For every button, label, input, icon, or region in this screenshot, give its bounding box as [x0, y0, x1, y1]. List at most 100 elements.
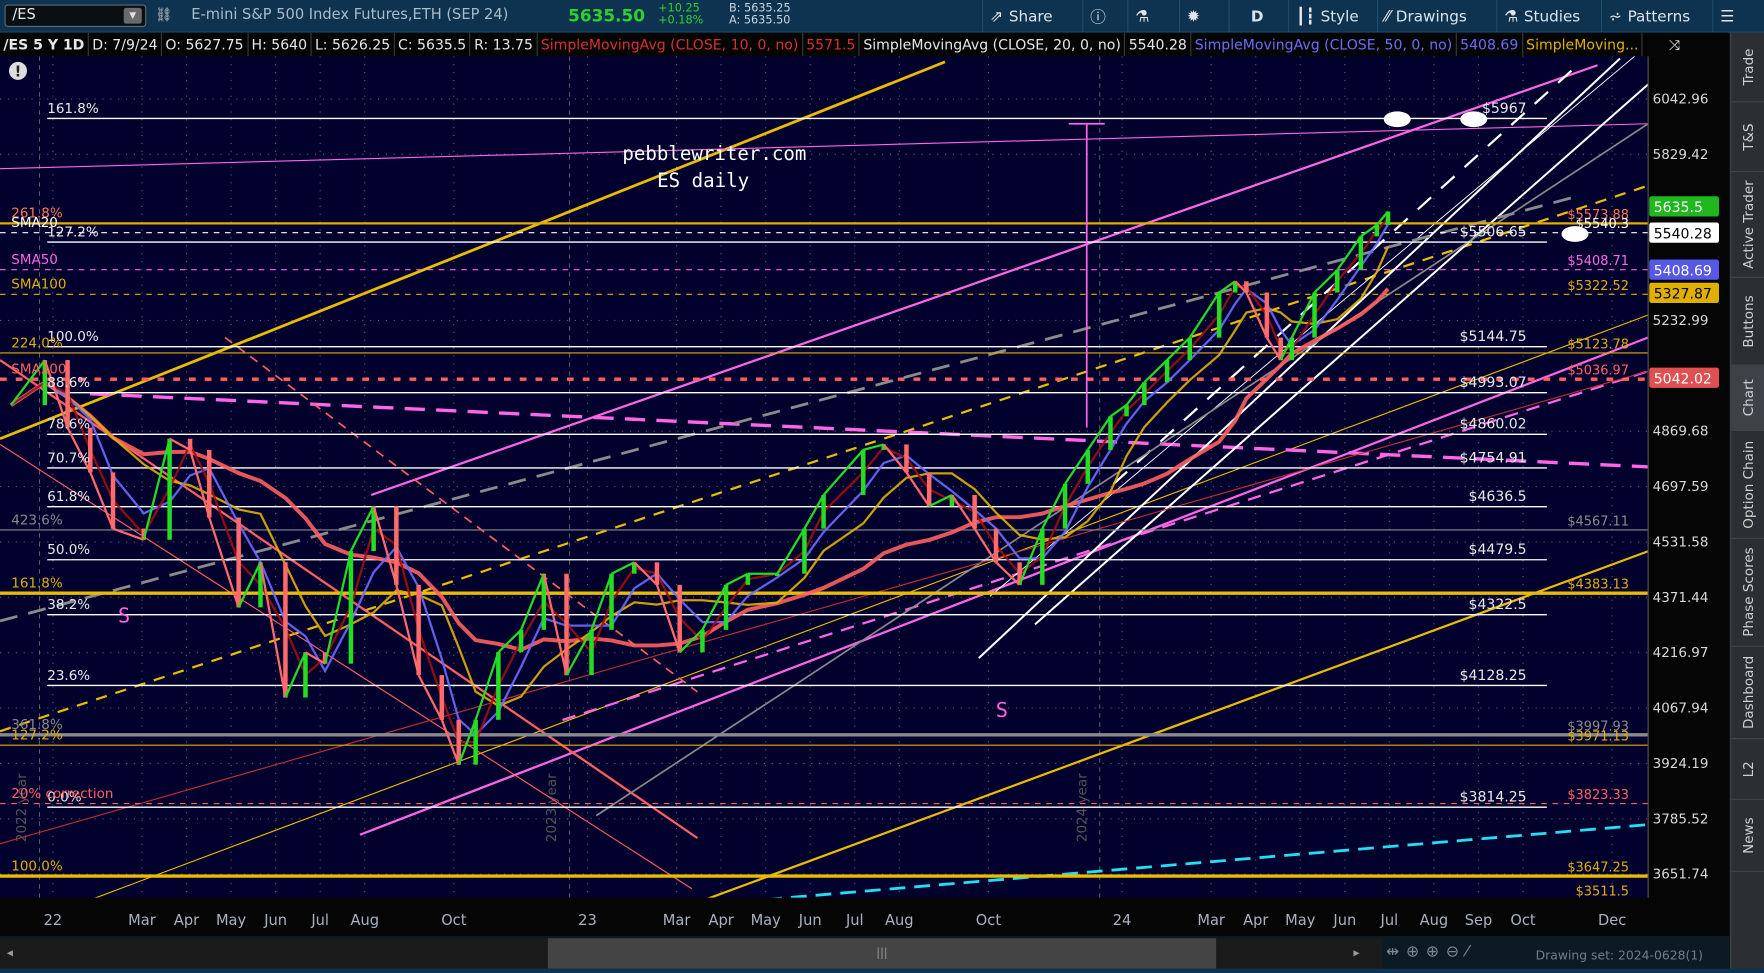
study-sma-more-label[interactable]: SimpleMoving...	[1523, 32, 1643, 57]
share-button[interactable]: ⇗ Share	[982, 0, 1059, 33]
time-axis-tick: 23	[578, 912, 597, 929]
candle-body	[1187, 337, 1193, 361]
sidebar-tab-active-trader[interactable]: Active Trader	[1731, 172, 1764, 278]
level-right-label: $5408.71	[1567, 254, 1629, 269]
link-icon[interactable]: ⛓	[155, 7, 172, 23]
bid-ask: B: 5635.25 A: 5635.50	[729, 2, 791, 27]
candle-body	[972, 494, 977, 529]
settings-button[interactable]: ✹	[1179, 0, 1207, 33]
candle-body	[564, 573, 569, 676]
aggregation-label: D	[1250, 7, 1264, 26]
fib-level-label: 38.2%	[47, 597, 90, 613]
aggregation-button[interactable]: D	[1228, 0, 1285, 33]
candle-body	[473, 719, 478, 765]
flask-button[interactable]: ⚗	[1127, 0, 1156, 33]
style-button[interactable]: ┃┇ Style	[1288, 0, 1365, 33]
price-axis-tick: 5829.42	[1653, 147, 1709, 163]
level-left-label: 20% correction	[11, 786, 113, 802]
fib-level-price: $5144.75	[1460, 329, 1527, 345]
share-label: Share	[1008, 7, 1053, 26]
flask-icon: ⚗	[1135, 7, 1150, 26]
study-sma50-label[interactable]: SimpleMovingAvg (CLOSE, 50, 0, no)	[1191, 32, 1457, 57]
price-axis-tick: 4531.58	[1653, 534, 1709, 550]
sidebar-tab-option-chain[interactable]: Option Chain	[1731, 430, 1764, 539]
patterns-button[interactable]: ⩫ Patterns	[1600, 0, 1697, 33]
zoom-in-icon[interactable]: ⊕	[1426, 943, 1439, 961]
bar-close: C: 5635.5	[395, 32, 471, 57]
pan-icon[interactable]: ⇹	[1386, 943, 1399, 961]
chart-title: pebblewriter.com	[622, 142, 806, 165]
drawing-tool-icon[interactable]: ⁄	[1466, 943, 1469, 961]
symbol-period: /ES 5 Y 1D	[0, 32, 89, 57]
bar-date: D: 7/9/24	[89, 32, 163, 57]
pattern-annotation: S	[118, 604, 130, 628]
candle-body	[1062, 483, 1068, 529]
candle-body	[206, 449, 212, 518]
drawings-button[interactable]: ⁄⁄ Drawings	[1377, 0, 1474, 33]
sidebar-tab-news[interactable]: News	[1731, 799, 1764, 872]
price-marker-label: 5042.02	[1654, 371, 1712, 387]
alert-icon-glyph: !	[15, 64, 22, 81]
time-axis-tick: Oct	[976, 912, 1002, 929]
candle-body	[348, 551, 354, 664]
drawing-set-label[interactable]: Drawing set: 2024-0628(1)	[1536, 948, 1703, 963]
candle-body	[654, 562, 660, 585]
price-chart[interactable]: 2022 year 2023 year 2024 year 161.8% $5967 12…	[0, 56, 1730, 936]
fib-level-price: $3814.25	[1460, 790, 1527, 806]
sidebar-tab-trade[interactable]: Trade	[1731, 32, 1764, 103]
time-axis-tick: Mar	[663, 912, 691, 929]
level-left-label: 127.2%	[11, 728, 63, 744]
fib-level-label: 61.8%	[47, 489, 90, 505]
collapse-studies-icon[interactable]: ⤨	[1665, 33, 1683, 57]
sidebar-tab-chart[interactable]: Chart	[1731, 365, 1764, 431]
candle-body	[609, 573, 614, 630]
time-axis-tick: Jul	[310, 912, 329, 929]
horizontal-scrollbar[interactable]: ◂ ||| ▸	[0, 938, 1383, 969]
menu-button[interactable]: ☰	[1712, 0, 1741, 33]
time-axis-tick: Apr	[1243, 912, 1268, 929]
drawings-icon: ⁄⁄	[1384, 7, 1391, 26]
info-button[interactable]: ⓘ	[1082, 0, 1112, 33]
time-axis-tick: Dec	[1598, 912, 1626, 929]
symbol-selector[interactable]: /ES ▼	[4, 4, 147, 27]
level-left-label: 224.0%	[11, 335, 63, 351]
change-net: +10.25	[658, 2, 700, 15]
sidebar-tab-phase-scores[interactable]: Phase Scores	[1731, 538, 1764, 647]
scrollbar-thumb[interactable]: |||	[547, 938, 1217, 969]
candle-body	[745, 573, 751, 585]
price-axis-tick: 3785.52	[1653, 811, 1709, 827]
studies-button[interactable]: ⚗ Studies	[1496, 0, 1587, 33]
time-axis-tick: Mar	[1197, 912, 1225, 929]
time-axis-tick: Jun	[263, 912, 287, 929]
study-sma10-label[interactable]: SimpleMovingAvg (CLOSE, 10, 0, no)	[537, 32, 803, 57]
sidebar-tab-t-s[interactable]: T&S	[1731, 102, 1764, 173]
patterns-icon: ⩫	[1608, 7, 1622, 26]
chevron-down-icon[interactable]: ▼	[123, 7, 142, 24]
crosshair-icon[interactable]: ⊕	[1406, 943, 1419, 961]
level-right-label: $5036.97	[1567, 364, 1629, 379]
level-right-label: $5123.78	[1567, 337, 1629, 352]
candle-body	[236, 517, 241, 608]
zoom-out-icon[interactable]: ⊖	[1446, 943, 1459, 961]
candle-body	[1358, 236, 1364, 271]
fib-level-price: $4322.5	[1469, 597, 1527, 613]
level-left-label: SMA200	[11, 362, 66, 378]
level-left-label: 161.8%	[11, 576, 63, 592]
candle-body	[110, 472, 116, 529]
sidebar-tab-l2[interactable]: L2	[1731, 739, 1764, 800]
level-left-label: SMA50	[11, 252, 58, 268]
fib-level-label: 50.0%	[47, 542, 90, 558]
level-right-label: $3823.33	[1567, 788, 1629, 803]
candle-body	[802, 528, 807, 574]
chart-canvas[interactable]: 2022 year 2023 year 2024 year161.8% $596712…	[0, 56, 1730, 936]
sidebar-tab-dashboard[interactable]: Dashboard	[1731, 646, 1764, 740]
sidebar-tab-buttons[interactable]: Buttons	[1731, 277, 1764, 366]
scroll-right-icon[interactable]: ▸	[1353, 945, 1359, 960]
scroll-left-icon[interactable]: ◂	[7, 945, 13, 960]
gear-icon: ✹	[1186, 7, 1201, 26]
candle-body	[1374, 224, 1380, 237]
level-left-label: SMA100	[11, 277, 66, 293]
symbol-value: /ES	[12, 6, 36, 24]
fib-level-price: $5506.65	[1460, 224, 1527, 240]
study-sma20-label[interactable]: SimpleMovingAvg (CLOSE, 20, 0, no)	[860, 32, 1126, 57]
